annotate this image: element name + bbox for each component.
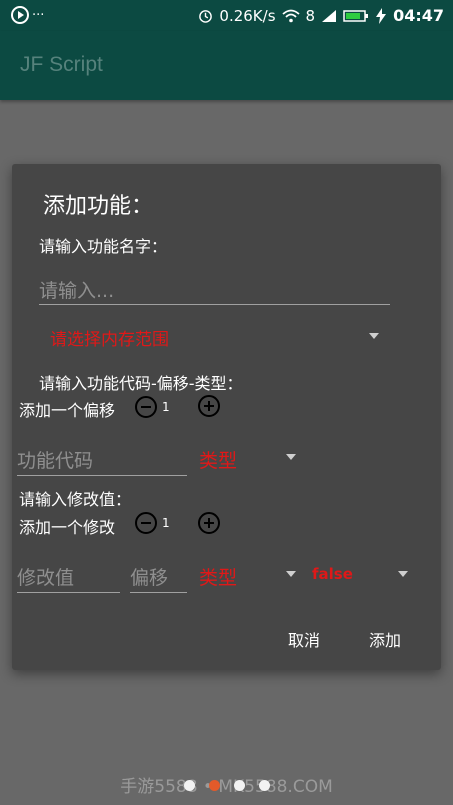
page-indicator (184, 780, 270, 791)
code-type-select[interactable]: 类型 (199, 446, 237, 473)
function-code-input[interactable]: 功能代码 (17, 446, 187, 473)
freeze-dropdown-icon[interactable] (398, 571, 408, 577)
app-title: JF Script (20, 53, 103, 76)
value-type-select[interactable]: 类型 (199, 563, 237, 590)
page-dot-active[interactable] (209, 780, 220, 791)
function-name-label: 请输入功能名字： (39, 237, 168, 256)
network-speed: 0.26K/s (219, 6, 276, 25)
memory-range-select[interactable]: 请选择内存范围 (50, 325, 169, 350)
battery-text: 8 (305, 6, 316, 25)
page-dot[interactable] (259, 780, 270, 791)
page-dot[interactable] (184, 780, 195, 791)
add-offset-label: 添加一个偏移 (19, 401, 116, 420)
status-left: ··· (10, 5, 44, 25)
add-offset-icon[interactable] (198, 395, 220, 417)
battery-icon (343, 9, 369, 22)
offset-count: 1 (162, 400, 170, 414)
add-modify-icon[interactable] (198, 512, 220, 534)
add-function-dialog: 添加功能： 请输入功能名字： 请输入... 请选择内存范围 请输入功能代码-偏移… (12, 164, 441, 670)
function-name-input[interactable]: 请输入... (39, 276, 389, 304)
page-dot[interactable] (234, 780, 245, 791)
memory-range-dropdown-icon[interactable] (369, 333, 379, 339)
app-bar: JF Script (0, 31, 453, 100)
charging-icon (376, 7, 387, 24)
modify-value-label: 请输入修改值： (19, 490, 132, 509)
remove-modify-icon[interactable] (135, 512, 157, 534)
freeze-select[interactable]: false (312, 565, 353, 583)
modify-value-input[interactable]: 修改值 (17, 563, 120, 590)
cancel-button[interactable]: 取消 (288, 627, 320, 651)
code-type-dropdown-icon[interactable] (286, 454, 296, 460)
function-name-underline (39, 304, 390, 305)
add-modify-label: 添加一个修改 (19, 518, 116, 537)
value-type-dropdown-icon[interactable] (286, 571, 296, 577)
offset-underline (130, 592, 187, 593)
add-button[interactable]: 添加 (369, 627, 401, 651)
modify-count: 1 (162, 516, 170, 530)
code-offset-type-label: 请输入功能代码-偏移-类型： (39, 374, 243, 393)
modify-value-underline (17, 592, 120, 593)
clock-time: 04:47 (393, 6, 444, 25)
offset-input[interactable]: 偏移 (130, 563, 187, 590)
remove-offset-icon[interactable] (135, 396, 157, 418)
wifi-icon (281, 9, 300, 22)
status-ellipsis: ··· (32, 7, 45, 23)
alarm-clock-icon (199, 10, 213, 23)
status-bar: ··· 0.26K/s 8 04:47 (0, 0, 453, 31)
signal-icon (322, 9, 337, 22)
app-notification-icon (11, 6, 29, 24)
function-code-underline (17, 475, 187, 476)
status-right: 0.26K/s 8 04:47 (198, 6, 444, 25)
dialog-title: 添加功能： (43, 194, 154, 219)
